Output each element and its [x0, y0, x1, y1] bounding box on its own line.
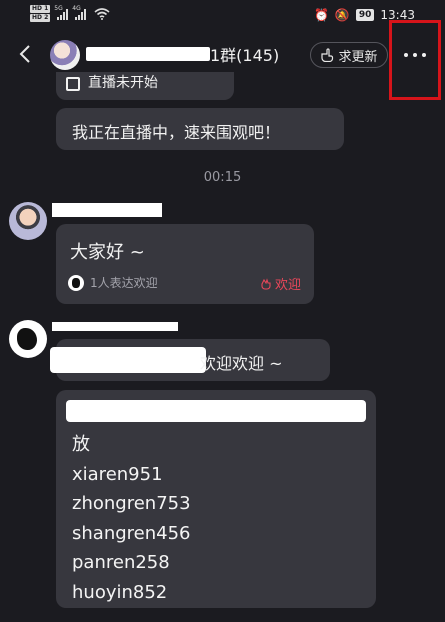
list-line: panren258 — [72, 552, 170, 573]
live-status-bubble[interactable]: 直播未开始 — [56, 72, 234, 100]
hd2-badge: HD 2 — [30, 14, 51, 22]
hd1-badge: HD 1 — [30, 5, 51, 13]
welcome-message-text: 欢迎欢迎 ~ — [200, 354, 283, 373]
wifi-icon — [94, 7, 110, 20]
signal-icon: 4G — [72, 4, 87, 20]
reaction-count: 1人表达欢迎 — [90, 276, 158, 290]
hand-point-icon — [321, 48, 334, 62]
redacted-text — [66, 400, 366, 422]
mute-icon: 🔕 — [334, 8, 350, 22]
signal-label-1: 5G — [54, 4, 63, 12]
avatar[interactable] — [9, 202, 47, 240]
message-timestamp: 00:15 — [203, 170, 242, 185]
welcome-button[interactable]: 欢迎 — [260, 274, 301, 293]
request-update-label: 求更新 — [338, 49, 378, 65]
hand-icon — [261, 277, 271, 290]
list-line: shangren456 — [72, 522, 191, 544]
list-line: huoyin852 — [72, 581, 168, 603]
request-update-button[interactable]: 求更新 — [310, 42, 388, 68]
group-title[interactable]: 1群(145) — [86, 42, 279, 66]
live-message-text: 我正在直播中，速来围观吧！ — [72, 123, 281, 142]
list-message-bubble[interactable]: 放 xiaren951 zhongren753 shangren456 panr… — [56, 390, 376, 608]
alarm-icon: ⏰ — [313, 8, 329, 22]
list-line: xiaren951 — [72, 463, 163, 485]
redacted-text — [50, 347, 206, 373]
live-status-text: 直播未开始 — [88, 75, 158, 91]
back-button[interactable] — [16, 43, 36, 65]
group-title-suffix: 1群(145) — [210, 46, 280, 65]
list-message-lines: 放 xiaren951 zhongren753 shangren456 panr… — [72, 430, 191, 607]
live-message-bubble[interactable]: 我正在直播中，速来围观吧！ — [56, 108, 344, 150]
highlight-box — [389, 20, 441, 100]
reactor-avatar — [68, 274, 84, 291]
status-bar: HD 1 HD 2 5G 4G ⏰ 🔕 90 13:43 — [0, 0, 445, 30]
redacted-group-name — [86, 47, 210, 61]
chevron-left-icon — [19, 45, 30, 63]
redacted-username — [52, 322, 178, 331]
redacted-username — [52, 203, 162, 217]
hello-message-bubble[interactable]: 大家好 ~ 1人表达欢迎 欢迎 — [56, 224, 314, 304]
signal-label-2: 4G — [72, 4, 81, 12]
avatar[interactable] — [9, 320, 47, 358]
live-icon — [66, 77, 80, 91]
hello-message-text: 大家好 ~ — [70, 242, 145, 263]
list-line: 放 — [72, 434, 90, 455]
signal-group: HD 1 HD 2 5G 4G — [30, 5, 110, 22]
group-avatar[interactable] — [50, 40, 80, 70]
list-line: zhongren753 — [72, 493, 191, 514]
battery-icon: 90 — [355, 9, 375, 21]
welcome-message-bubble[interactable]: 欢迎欢迎 ~ — [50, 339, 330, 381]
welcome-label: 欢迎 — [275, 278, 302, 293]
reaction-summary[interactable]: 1人表达欢迎 — [68, 274, 158, 291]
signal-icon: 5G — [54, 4, 69, 20]
hd-badges: HD 1 HD 2 — [30, 5, 51, 22]
